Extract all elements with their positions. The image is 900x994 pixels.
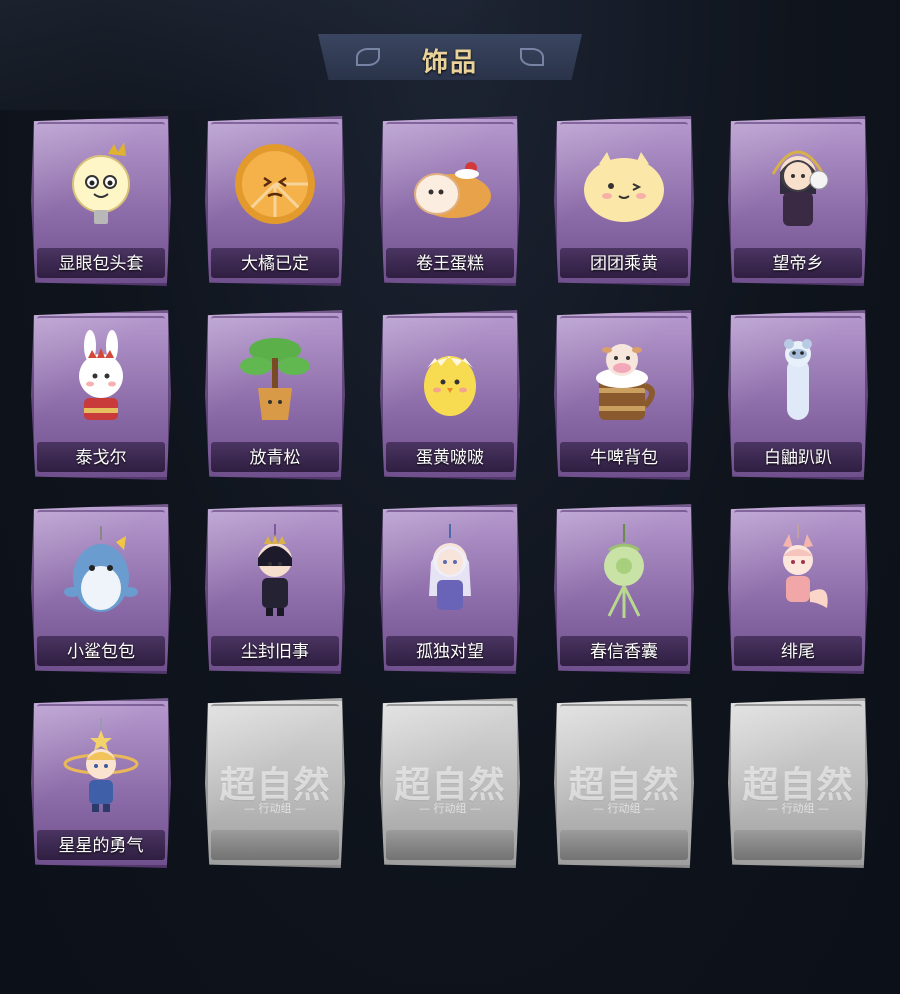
accessory-name-label: 星星的勇气 — [58, 836, 144, 856]
accessory-card[interactable]: 尘封旧事 — [205, 504, 345, 674]
locked-watermark-subtitle: — 行动组 — — [419, 802, 481, 815]
round-cat-bun-icon — [579, 134, 669, 234]
accessory-name-label: 牛啤背包 — [590, 448, 658, 468]
star-boy-charm-icon — [56, 716, 146, 816]
accessory-card[interactable]: 大橘已定 — [205, 116, 345, 286]
accessory-name-label: 绯尾 — [781, 642, 815, 662]
accessory-card[interactable]: 春信香囊 — [554, 504, 694, 674]
accessory-card[interactable]: 孤独对望 — [380, 504, 520, 674]
accessory-card[interactable]: 白鼬趴趴 — [728, 310, 868, 480]
hatching-chick-icon — [405, 328, 495, 428]
accessory-name-label: 泰戈尔 — [75, 448, 127, 468]
accessory-name-label: 卷王蛋糕 — [416, 254, 484, 274]
accessory-name-label: 大橘已定 — [241, 254, 309, 274]
cow-beer-mug-icon — [579, 328, 669, 428]
accessory-name-label: 白鼬趴趴 — [764, 448, 832, 468]
crowned-bunny-icon — [56, 328, 146, 428]
locked-watermark-subtitle: — 行动组 — — [767, 802, 829, 815]
accessory-card[interactable]: 放青松 — [205, 310, 345, 480]
bonsai-pine-icon — [230, 328, 320, 428]
accessory-card[interactable]: 望帝乡 — [728, 116, 868, 286]
white-ferret-icon — [753, 328, 843, 428]
locked-accessory-card[interactable]: 超自然 — 行动组 — — [554, 698, 694, 868]
accessory-name-label: 孤独对望 — [416, 642, 484, 662]
accessory-card[interactable]: 小鲨包包 — [31, 504, 171, 674]
locked-watermark-subtitle: — 行动组 — — [593, 802, 655, 815]
accessory-name-label: 放青松 — [249, 448, 301, 468]
accessory-card[interactable]: 团团乘黄 — [554, 116, 694, 286]
chibi-white-hair-charm-icon — [405, 522, 495, 622]
accessory-card[interactable]: 卷王蛋糕 — [380, 116, 520, 286]
title-banner: 饰品 — [318, 34, 582, 80]
locked-label-area — [211, 830, 339, 860]
green-sachet-icon — [579, 522, 669, 622]
locked-accessory-card[interactable]: 超自然 — 行动组 — — [380, 698, 520, 868]
accessory-name-label: 尘封旧事 — [241, 642, 309, 662]
accessory-card[interactable]: 星星的勇气 — [31, 698, 171, 868]
accessory-card[interactable]: 牛啤背包 — [554, 310, 694, 480]
chibi-prince-charm-icon — [230, 522, 320, 622]
card-frame-decoration — [386, 704, 514, 728]
accessory-card[interactable]: 显眼包头套 — [31, 116, 171, 286]
accessory-card[interactable]: 蛋黄啵啵 — [380, 310, 520, 480]
card-frame-decoration — [211, 704, 339, 728]
accessory-name-label: 春信香囊 — [590, 642, 658, 662]
locked-accessory-card[interactable]: 超自然 — 行动组 — — [728, 698, 868, 868]
accessory-name-label: 团团乘黄 — [590, 254, 658, 274]
card-frame-decoration — [734, 704, 862, 728]
accessory-name-label: 小鲨包包 — [67, 642, 135, 662]
accessory-card[interactable]: 绯尾 — [728, 504, 868, 674]
locked-label-area — [386, 830, 514, 860]
accessory-card[interactable]: 泰戈尔 — [31, 310, 171, 480]
accessory-name-label: 蛋黄啵啵 — [416, 448, 484, 468]
locked-label-area — [560, 830, 688, 860]
page-title: 饰品 — [421, 48, 478, 78]
locked-watermark-subtitle: — 行动组 — — [244, 802, 306, 815]
locked-label-area — [734, 830, 862, 860]
chibi-emperor-icon — [753, 134, 843, 234]
fox-girl-charm-icon — [753, 522, 843, 622]
shark-plush-icon — [56, 522, 146, 622]
accessory-name-label: 望帝乡 — [772, 254, 824, 274]
card-frame-decoration — [560, 704, 688, 728]
locked-accessory-card[interactable]: 超自然 — 行动组 — — [205, 698, 345, 868]
lightbulb-mascot-icon — [56, 134, 146, 234]
orange-slice-icon — [230, 134, 320, 234]
accessory-name-label: 显眼包头套 — [58, 254, 144, 274]
roll-cake-icon — [405, 134, 495, 234]
